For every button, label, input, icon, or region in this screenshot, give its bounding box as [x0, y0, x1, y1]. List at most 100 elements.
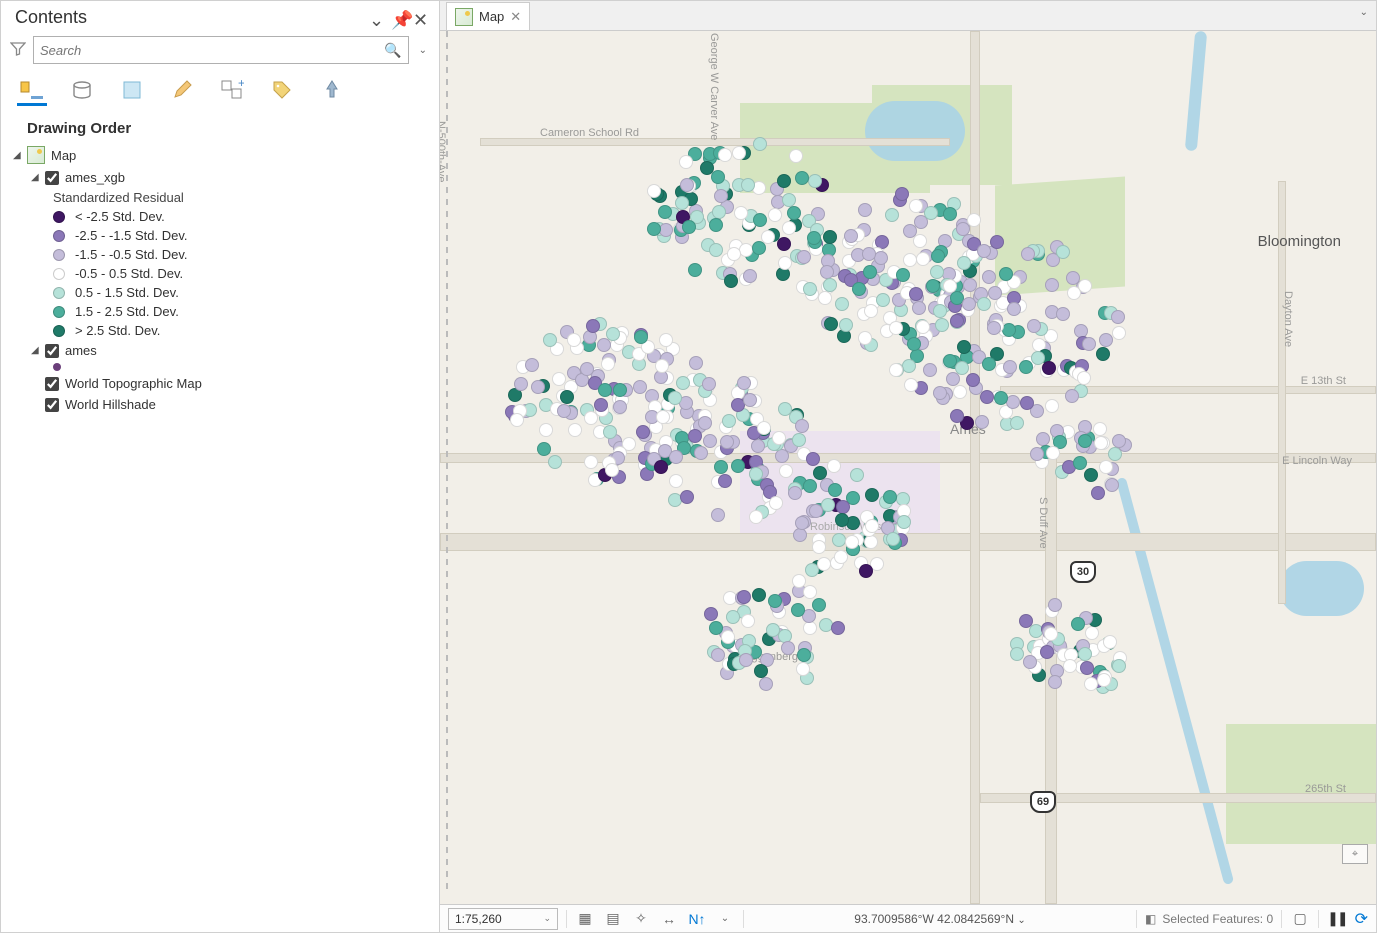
data-point[interactable] — [737, 590, 751, 604]
layer-row-ames[interactable]: ◢ ames — [9, 340, 431, 361]
data-point[interactable] — [749, 510, 763, 524]
data-point[interactable] — [613, 400, 627, 414]
data-point[interactable] — [680, 490, 694, 504]
map-frame-row[interactable]: ◢ Map — [9, 143, 431, 167]
data-point[interactable] — [896, 268, 910, 282]
layer-visibility-checkbox[interactable] — [45, 398, 59, 412]
data-point[interactable] — [1078, 434, 1092, 448]
data-point[interactable] — [613, 383, 627, 397]
data-point[interactable] — [831, 621, 845, 635]
data-point[interactable] — [759, 677, 773, 691]
data-point[interactable] — [720, 435, 734, 449]
close-icon[interactable]: ✕ — [413, 10, 429, 26]
data-point[interactable] — [1085, 626, 1099, 640]
data-point[interactable] — [835, 513, 849, 527]
data-point[interactable] — [727, 247, 741, 261]
data-point[interactable] — [647, 184, 661, 198]
data-point[interactable] — [714, 189, 728, 203]
data-point[interactable] — [980, 390, 994, 404]
data-point[interactable] — [977, 297, 991, 311]
data-point[interactable] — [1045, 399, 1059, 413]
refresh-icon[interactable]: ⟳ — [1355, 909, 1368, 929]
data-point[interactable] — [862, 247, 876, 261]
data-point[interactable] — [1096, 347, 1110, 361]
data-point[interactable] — [752, 588, 766, 602]
data-point[interactable] — [709, 218, 723, 232]
layer-visibility-checkbox[interactable] — [45, 377, 59, 391]
data-point[interactable] — [889, 363, 903, 377]
data-point[interactable] — [845, 535, 859, 549]
data-point[interactable] — [797, 648, 811, 662]
data-point[interactable] — [912, 301, 926, 315]
data-point[interactable] — [1030, 447, 1044, 461]
scale-input[interactable]: 1:75,260 ⌄ — [448, 908, 558, 930]
data-point[interactable] — [680, 178, 694, 192]
pause-drawing-icon[interactable]: ❚❚ — [1327, 910, 1346, 927]
collapse-icon[interactable]: ◢ — [31, 345, 41, 356]
data-point[interactable] — [865, 488, 879, 502]
data-point[interactable] — [886, 532, 900, 546]
data-point[interactable] — [647, 222, 661, 236]
data-point[interactable] — [827, 459, 841, 473]
data-point[interactable] — [982, 270, 996, 284]
list-by-labeling-button[interactable] — [267, 76, 297, 106]
constraints-icon[interactable]: ↔ — [659, 911, 679, 927]
data-point[interactable] — [796, 662, 810, 676]
data-point[interactable] — [682, 220, 696, 234]
list-by-drawing-order-button[interactable] — [17, 76, 47, 106]
data-point[interactable] — [1093, 422, 1107, 436]
data-point[interactable] — [700, 161, 714, 175]
data-point[interactable] — [897, 515, 911, 529]
map-view[interactable]: Cameron School Rd George W Carver Ave N-… — [440, 31, 1376, 904]
data-point[interactable] — [753, 137, 767, 151]
data-point[interactable] — [876, 293, 890, 307]
data-point[interactable] — [594, 398, 608, 412]
data-point[interactable] — [988, 286, 1002, 300]
data-point[interactable] — [688, 429, 702, 443]
data-point[interactable] — [863, 265, 877, 279]
data-point[interactable] — [950, 409, 964, 423]
data-point[interactable] — [933, 386, 947, 400]
chevron-down-icon[interactable]: ⌄ — [715, 913, 735, 924]
data-point[interactable] — [807, 231, 821, 245]
layer-visibility-checkbox[interactable] — [45, 171, 59, 185]
data-point[interactable] — [741, 614, 755, 628]
data-point[interactable] — [753, 213, 767, 227]
data-point[interactable] — [655, 359, 669, 373]
data-point[interactable] — [772, 431, 786, 445]
data-point[interactable] — [709, 621, 723, 635]
data-point[interactable] — [1010, 416, 1024, 430]
data-point[interactable] — [1056, 307, 1070, 321]
data-point[interactable] — [712, 205, 726, 219]
data-point[interactable] — [557, 404, 571, 418]
data-point[interactable] — [953, 385, 967, 399]
data-point[interactable] — [994, 391, 1008, 405]
data-point[interactable] — [1091, 486, 1105, 500]
data-point[interactable] — [1023, 655, 1037, 669]
data-point[interactable] — [806, 452, 820, 466]
data-point[interactable] — [1019, 614, 1033, 628]
data-point[interactable] — [539, 423, 553, 437]
data-point[interactable] — [1071, 617, 1085, 631]
data-point[interactable] — [909, 287, 923, 301]
data-point[interactable] — [722, 414, 736, 428]
data-point[interactable] — [1006, 395, 1020, 409]
data-point[interactable] — [769, 496, 783, 510]
data-point[interactable] — [605, 463, 619, 477]
data-point[interactable] — [739, 243, 753, 257]
data-point[interactable] — [1099, 460, 1113, 474]
data-point[interactable] — [584, 455, 598, 469]
data-point[interactable] — [1056, 245, 1070, 259]
data-point[interactable] — [787, 206, 801, 220]
data-point[interactable] — [885, 208, 899, 222]
data-point[interactable] — [803, 585, 817, 599]
close-tab-icon[interactable]: ✕ — [510, 9, 521, 25]
data-point[interactable] — [525, 358, 539, 372]
data-point[interactable] — [1019, 360, 1033, 374]
data-point[interactable] — [858, 331, 872, 345]
data-point[interactable] — [679, 155, 693, 169]
data-point[interactable] — [982, 357, 996, 371]
tab-menu-icon[interactable]: ⌄ — [1360, 7, 1368, 18]
data-point[interactable] — [606, 327, 620, 341]
data-point[interactable] — [567, 333, 581, 347]
